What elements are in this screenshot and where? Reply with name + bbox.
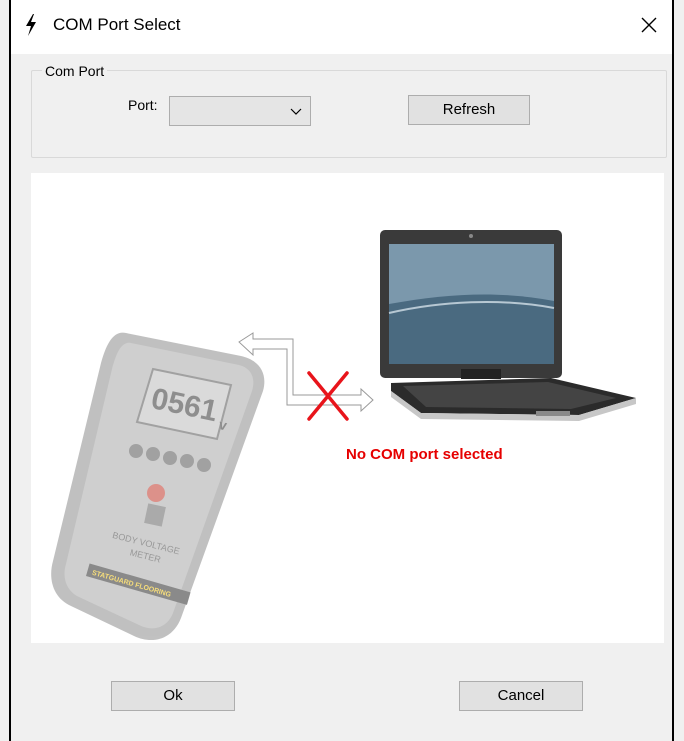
com-port-group: Com Port Port: Refresh (31, 63, 667, 158)
meter-device-image: 0561 v BODY VOLTAGE METER STATGUARD FLOO… (51, 332, 265, 641)
com-port-dialog: COM Port Select Com Port Port: Refresh 0… (9, 0, 674, 741)
close-icon[interactable] (634, 10, 664, 40)
port-dropdown[interactable] (169, 96, 311, 126)
com-port-group-label: Com Port (42, 63, 108, 79)
port-label: Port: (128, 97, 158, 113)
chevron-down-icon (290, 108, 302, 115)
title-bar: COM Port Select (11, 0, 672, 54)
lightning-bolt-icon (26, 14, 36, 36)
connection-diagram-panel: 0561 v BODY VOLTAGE METER STATGUARD FLOO… (31, 173, 664, 643)
connection-diagram: 0561 v BODY VOLTAGE METER STATGUARD FLOO… (51, 230, 636, 641)
cancel-button[interactable]: Cancel (459, 681, 583, 711)
no-com-port-message: No COM port selected (346, 446, 503, 463)
ok-button[interactable]: Ok (111, 681, 235, 711)
window-title: COM Port Select (53, 15, 181, 34)
laptop-image (380, 230, 636, 421)
refresh-button[interactable]: Refresh (408, 95, 530, 125)
